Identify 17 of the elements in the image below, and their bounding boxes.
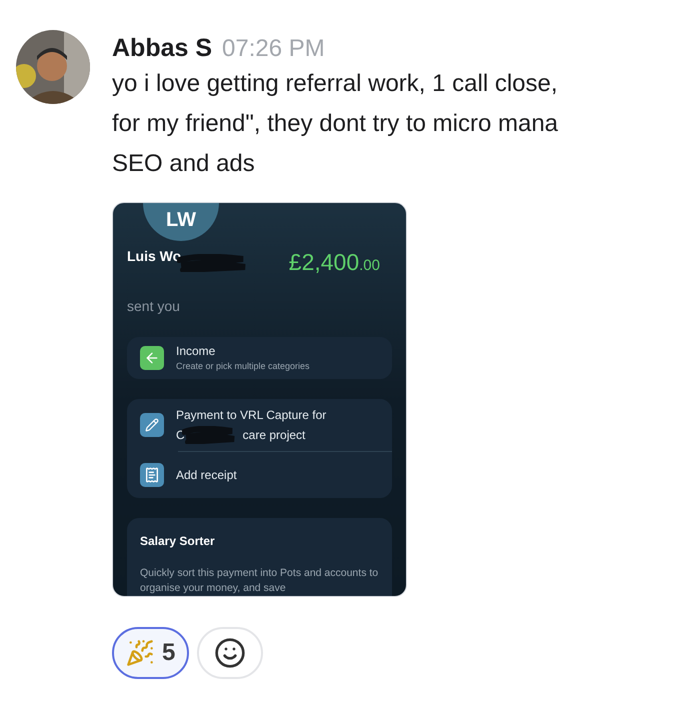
amount: £2,400.00 xyxy=(288,248,380,277)
payment-note: Payment to VRL Capture for xyxy=(176,407,326,424)
sender-caption: sent you xyxy=(127,297,181,316)
message-time: 07:26 PM xyxy=(222,34,325,64)
sorter-title: Salary Sorter xyxy=(140,533,216,550)
avatar-initials: LW xyxy=(166,208,196,233)
reaction-button[interactable]: 5 xyxy=(112,627,190,679)
sorter-description: Quickly sort this payment into Pots and accounts to organise your money, and save xyxy=(140,566,379,596)
add-receipt-row[interactable]: Add receipt xyxy=(140,452,392,498)
payment-note: care project xyxy=(242,427,306,444)
message-text: SEO and ads xyxy=(112,149,256,179)
message-text: for my friend", they dont try to micro mana xyxy=(112,109,558,139)
message-text: yo i love getting referral work, 1 call close, xyxy=(112,69,558,99)
author-name: Abbas S xyxy=(112,33,212,64)
category-title: Income xyxy=(176,343,216,360)
category-row[interactable]: Income Create or pick multiple categories xyxy=(127,337,392,379)
category-subtitle: Create or pick multiple categories xyxy=(176,360,310,374)
